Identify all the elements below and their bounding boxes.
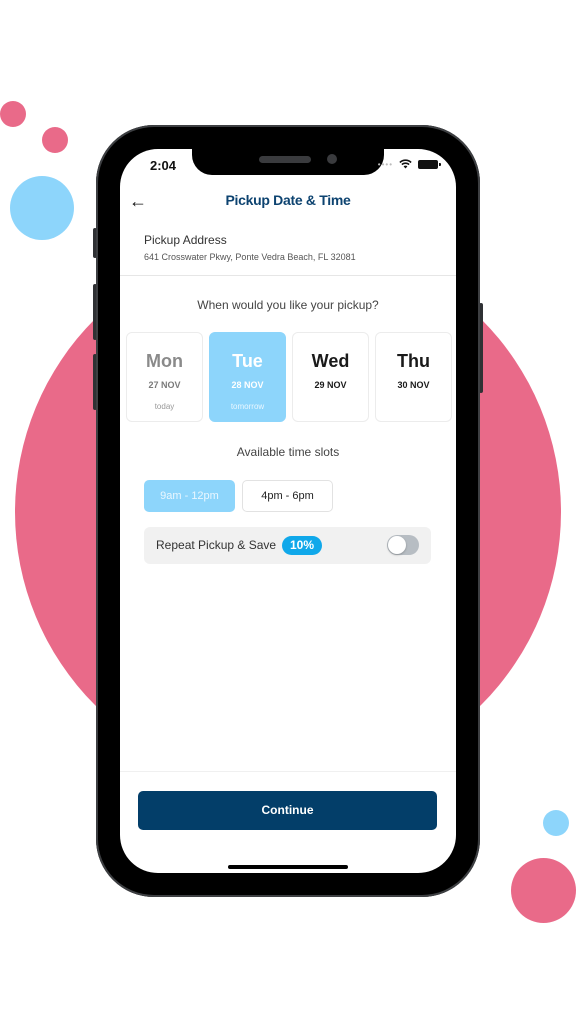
repeat-pickup-row: Repeat Pickup & Save 10% — [144, 527, 431, 564]
day-card-tue[interactable]: Tue 28 NOV tomorrow — [209, 332, 286, 422]
camera — [327, 154, 337, 164]
phone-screen: 2:04 •••• ← Pickup Date & Time Pickup Ad… — [120, 149, 456, 873]
day-card-mon[interactable]: Mon 27 NOV today — [126, 332, 203, 422]
time-slot-morning[interactable]: 9am - 12pm — [144, 480, 235, 512]
home-indicator — [228, 865, 348, 869]
date-picker: Mon 27 NOV today Tue 28 NOV tomorrow Wed… — [126, 332, 452, 422]
discount-badge: 10% — [282, 536, 323, 555]
address-label: Pickup Address — [144, 233, 227, 247]
repeat-pickup-label: Repeat Pickup & Save — [156, 538, 277, 552]
address-value[interactable]: 641 Crosswater Pkwy, Ponte Vedra Beach, … — [144, 252, 356, 262]
day-name: Mon — [146, 351, 183, 371]
repeat-pickup-toggle[interactable] — [387, 535, 419, 555]
page-title: Pickup Date & Time — [225, 192, 351, 208]
status-icons: •••• — [377, 159, 441, 169]
day-card-wed[interactable]: Wed 29 NOV — [292, 332, 369, 422]
day-date: 30 NOV — [397, 380, 430, 390]
decor-dot — [10, 176, 74, 240]
day-card-thu[interactable]: Thu 30 NOV — [375, 332, 452, 422]
divider — [120, 771, 456, 772]
time-slots-label: Available time slots — [236, 445, 340, 459]
time-slot-afternoon[interactable]: 4pm - 6pm — [242, 480, 333, 512]
day-date: 29 NOV — [314, 380, 347, 390]
decor-dot — [511, 858, 576, 923]
continue-button[interactable]: Continue — [138, 791, 437, 830]
decor-dot — [543, 810, 569, 836]
day-name: Wed — [311, 351, 350, 371]
divider — [120, 275, 456, 276]
signal-dots-icon: •••• — [377, 159, 393, 169]
header: ← Pickup Date & Time — [120, 187, 456, 217]
decor-dot — [42, 127, 68, 153]
day-sub: today — [154, 402, 175, 411]
toggle-knob — [388, 536, 406, 554]
day-sub: tomorrow — [230, 402, 265, 411]
decor-dot — [0, 101, 26, 127]
time-slots: 9am - 12pm 4pm - 6pm — [144, 480, 333, 512]
day-name: Thu — [397, 351, 430, 371]
day-date: 28 NOV — [231, 380, 264, 390]
day-name: Tue — [232, 351, 263, 371]
battery-icon — [418, 159, 441, 169]
speaker — [259, 156, 311, 163]
notch — [192, 149, 384, 175]
status-time: 2:04 — [150, 158, 177, 173]
wifi-icon — [399, 159, 412, 169]
date-prompt: When would you like your pickup? — [197, 298, 379, 312]
day-date: 27 NOV — [148, 380, 181, 390]
